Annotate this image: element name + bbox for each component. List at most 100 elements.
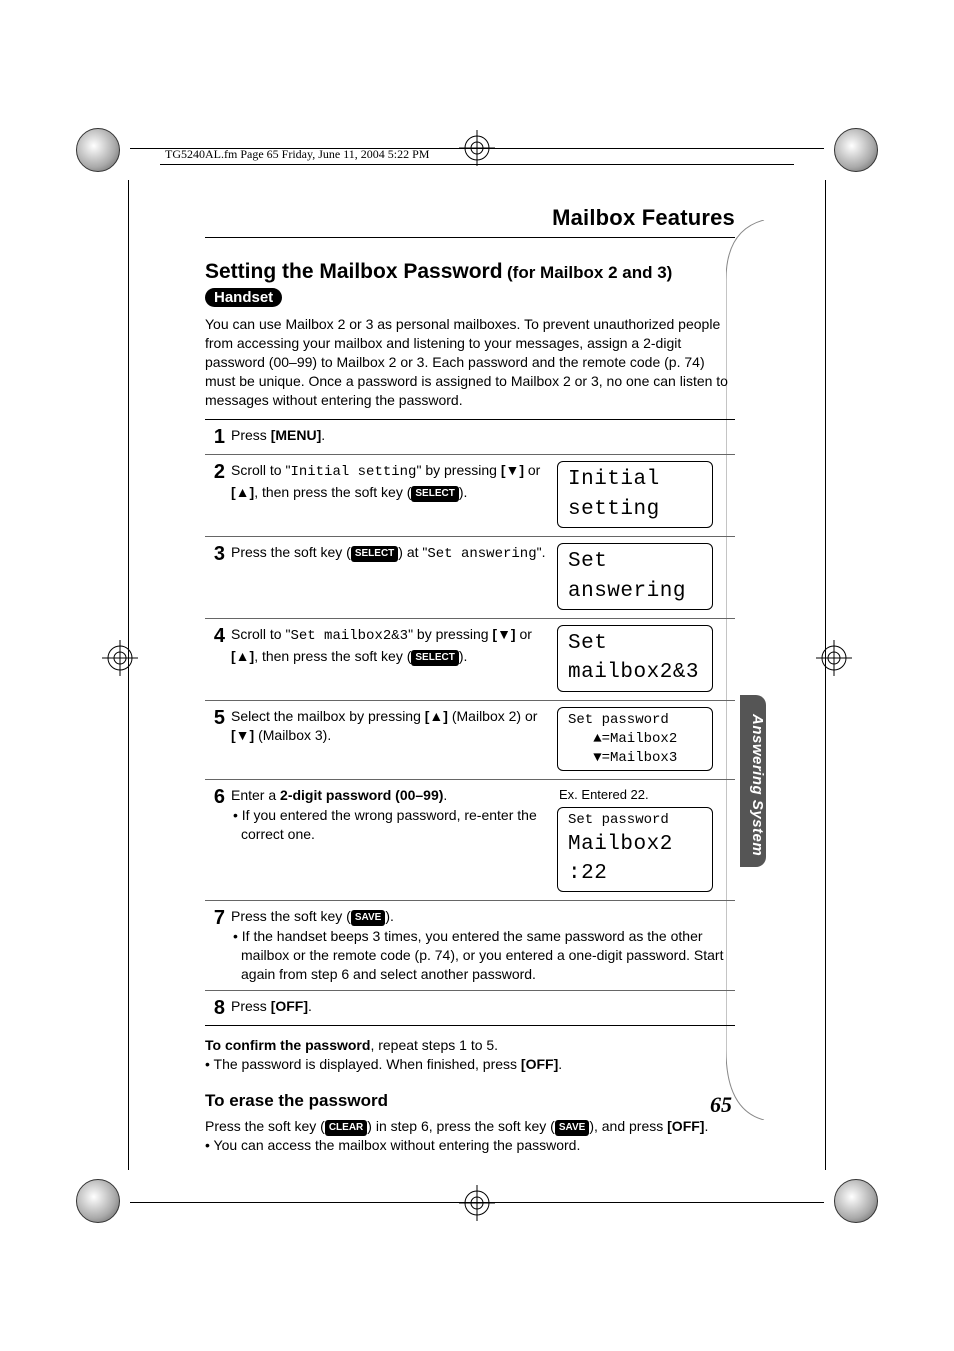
step-text: Select the mailbox by pressing	[231, 708, 425, 724]
step-text: .	[321, 427, 325, 443]
step-text: Press	[231, 998, 271, 1014]
key-name: [OFF]	[271, 998, 308, 1014]
step-number: 7	[205, 907, 231, 983]
registration-mark-icon	[834, 1179, 878, 1223]
step-text: Press	[231, 427, 271, 443]
title-subtitle: (for Mailbox 2 and 3)	[507, 263, 672, 282]
step-body: Enter a 2-digit password (00–99). • If y…	[231, 786, 549, 894]
crosshair-icon	[816, 640, 852, 676]
softkey-label: SAVE	[351, 910, 386, 926]
step-text: ).	[385, 908, 394, 924]
crop-line	[825, 180, 826, 1170]
key-name: [▼]	[231, 727, 254, 743]
lcd-line: Mailbox2 :22	[568, 830, 702, 889]
intro-paragraph: You can use Mailbox 2 or 3 as personal m…	[205, 315, 735, 409]
step-number: 3	[205, 543, 231, 612]
page-number: 65	[710, 1092, 732, 1118]
lcd-display: Set password Mailbox2 :22	[557, 807, 713, 893]
step-text: Press the soft key (	[231, 544, 351, 560]
title-main: Setting the Mailbox Password	[205, 260, 503, 283]
confirm-bullet: • The password is displayed. When finish…	[205, 1056, 521, 1072]
step-text: Press the soft key (	[231, 908, 351, 924]
step-text: or	[524, 462, 540, 478]
lcd-line: ▼=Mailbox3	[568, 749, 702, 768]
step-number: 6	[205, 786, 231, 894]
erase-text: .	[704, 1118, 708, 1134]
step-row: 5 Select the mailbox by pressing [▲] (Ma…	[205, 701, 735, 781]
softkey-label: CLEAR	[325, 1120, 367, 1136]
softkey-label: SELECT	[351, 546, 398, 562]
handset-badge: Handset	[205, 288, 282, 307]
step-body: Press the soft key (SELECT) at "Set answ…	[231, 543, 549, 612]
erase-bullet: • You can access the mailbox without ent…	[205, 1136, 735, 1156]
step-text: (Mailbox 2) or	[448, 708, 537, 724]
confirm-text: , repeat steps 1 to 5.	[370, 1037, 498, 1053]
erase-heading: To erase the password	[205, 1089, 735, 1113]
step-text: ).	[459, 648, 468, 664]
key-name: [▲]	[231, 484, 254, 500]
step-row: 2 Scroll to "Initial setting" by pressin…	[205, 455, 735, 537]
confirm-text: .	[558, 1056, 562, 1072]
lcd-line: ▲=Mailbox2	[568, 730, 702, 749]
crosshair-icon	[459, 1185, 495, 1221]
step-text: Scroll to "	[231, 626, 290, 642]
step-bullet: • If you entered the wrong password, re-…	[231, 806, 549, 844]
page-content: Mailbox Features Setting the Mailbox Pas…	[205, 205, 735, 1156]
softkey-label: SELECT	[411, 650, 458, 666]
lcd-display: Initial setting	[557, 461, 713, 528]
step-text: or	[516, 626, 532, 642]
step-text: Enter a	[231, 787, 280, 803]
erase-text: Press the soft key (	[205, 1118, 325, 1134]
step-row: 6 Enter a 2-digit password (00–99). • If…	[205, 780, 735, 901]
step-body: Press [MENU].	[231, 426, 735, 448]
softkey-label: SELECT	[411, 486, 458, 502]
page-title: Setting the Mailbox Password (for Mailbo…	[205, 260, 735, 284]
menu-option: Initial setting	[290, 464, 416, 480]
step-number: 4	[205, 625, 231, 694]
step-text: " by pressing	[408, 626, 492, 642]
step-text: , then press the soft key (	[254, 484, 411, 500]
step-text: ).	[459, 484, 468, 500]
confirm-heading: To confirm the password	[205, 1037, 370, 1053]
step-text: (Mailbox 3).	[254, 727, 331, 743]
menu-option: Set mailbox2&3	[290, 628, 408, 644]
key-name: [OFF]	[667, 1118, 704, 1134]
step-body: Scroll to "Initial setting" by pressing …	[231, 461, 549, 530]
step-number: 2	[205, 461, 231, 530]
step-row: 8 Press [OFF].	[205, 991, 735, 1026]
step-text: .	[308, 998, 312, 1014]
step-number: 1	[205, 426, 231, 448]
steps-table: 1 Press [MENU]. 2 Scroll to "Initial set…	[205, 419, 735, 1025]
step-body: Press [OFF].	[231, 997, 735, 1019]
step-number: 8	[205, 997, 231, 1019]
step-text: " by pressing	[416, 462, 500, 478]
key-name: [MENU]	[271, 427, 322, 443]
erase-text: ), and press	[589, 1118, 667, 1134]
key-name: [▼]	[492, 626, 515, 642]
post-steps: To confirm the password, repeat steps 1 …	[205, 1036, 735, 1156]
lcd-display: Set mailbox2&3	[557, 625, 713, 692]
lcd-caption: Ex. Entered 22.	[557, 786, 713, 804]
step-row: 1 Press [MENU].	[205, 420, 735, 455]
crop-line	[160, 164, 794, 165]
lcd-line: Set password	[568, 811, 702, 830]
step-row: 3 Press the soft key (SELECT) at "Set an…	[205, 537, 735, 619]
crop-line	[130, 1202, 824, 1203]
key-name: [OFF]	[521, 1056, 558, 1072]
lcd-line: Set password	[568, 711, 702, 730]
registration-mark-icon	[76, 128, 120, 172]
key-name: [▲]	[231, 648, 254, 664]
emphasis: 2-digit password (00–99)	[280, 787, 443, 803]
registration-mark-icon	[834, 128, 878, 172]
step-text: , then press the soft key (	[254, 648, 411, 664]
step-row: 7 Press the soft key (SAVE). • If the ha…	[205, 901, 735, 990]
step-body: Press the soft key (SAVE). • If the hand…	[231, 907, 735, 983]
lcd-display: Set answering	[557, 543, 713, 610]
step-text: Scroll to "	[231, 462, 290, 478]
menu-option: Set answering	[427, 546, 536, 562]
key-name: [▼]	[501, 462, 524, 478]
lcd-display: Set password ▲=Mailbox2 ▼=Mailbox3	[557, 707, 713, 772]
step-text: .	[443, 787, 447, 803]
header-file-path: TG5240AL.fm Page 65 Friday, June 11, 200…	[165, 147, 429, 162]
crop-line	[128, 180, 129, 1170]
